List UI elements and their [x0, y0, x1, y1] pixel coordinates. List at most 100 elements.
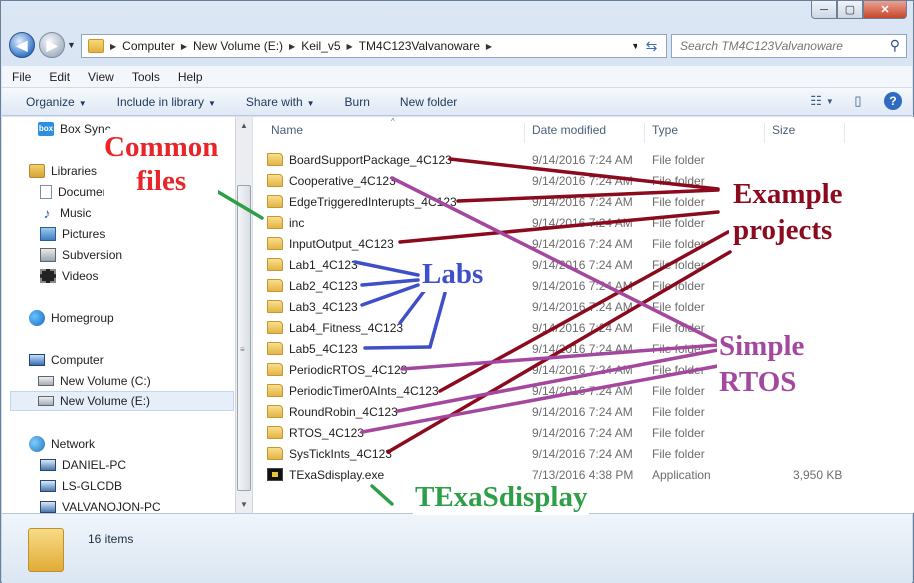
table-row[interactable]: RoundRobin_4C123 9/14/2016 7:24 AM File fo…: [267, 401, 887, 422]
type-cell: File folder: [652, 236, 705, 251]
table-row[interactable]: BoardSupportPackage_4C123 9/14/2016 7:24 …: [267, 149, 887, 170]
breadcrumb[interactable]: ▶ Computer ▶ New Volume (E:) ▶ Keil_v5 ▶…: [81, 34, 645, 58]
file-name-cell[interactable]: inc: [267, 216, 527, 230]
file-name-cell[interactable]: Lab4_Fitness_4C123: [267, 321, 527, 335]
file-name-cell[interactable]: RTOS_4C123: [267, 426, 527, 440]
table-row[interactable]: Lab2_4C123 9/14/2016 7:24 AM File folder: [267, 275, 887, 296]
refresh-button[interactable]: ⇆: [637, 34, 667, 58]
column-header-date[interactable]: Date modified: [525, 123, 645, 143]
file-name-cell[interactable]: Lab2_4C123: [267, 279, 527, 293]
search-box[interactable]: ⚲: [671, 34, 907, 58]
date-cell: 9/14/2016 7:24 AM: [532, 362, 633, 377]
scrollbar-thumb[interactable]: [237, 185, 251, 491]
table-row[interactable]: SysTickInts_4C123 9/14/2016 7:24 AM File f…: [267, 443, 887, 464]
crumb-keil[interactable]: Keil_v5: [301, 39, 340, 53]
nav-label: LS-GLCDB: [62, 479, 123, 493]
date-cell: 9/14/2016 7:24 AM: [532, 257, 633, 272]
file-name-cell[interactable]: PeriodicRTOS_4C123: [267, 363, 527, 377]
organize-button[interactable]: Organize ▼: [26, 95, 87, 109]
menu-help[interactable]: Help: [178, 70, 203, 84]
chevron-right-icon[interactable]: ▶: [486, 42, 492, 51]
grip-icon: ≡: [240, 345, 245, 354]
minimize-button[interactable]: ─: [811, 1, 837, 19]
file-name-cell[interactable]: PeriodicTimer0AInts_4C123: [267, 384, 527, 398]
column-header-size[interactable]: Size: [765, 123, 845, 143]
refresh-icon: ⇆: [645, 37, 658, 54]
nav-videos[interactable]: Videos: [40, 266, 98, 286]
crumb-volume[interactable]: New Volume (E:): [193, 39, 283, 53]
file-name-cell[interactable]: EdgeTriggeredInterupts_4C123: [267, 195, 527, 209]
file-name-cell[interactable]: SysTickInts_4C123: [267, 447, 527, 461]
nav-volume-e[interactable]: New Volume (E:): [10, 391, 234, 411]
folder-icon: [267, 342, 283, 355]
file-name: RTOS_4C123: [289, 425, 364, 440]
nav-homegroup[interactable]: Homegroup: [29, 308, 114, 328]
menu-tools[interactable]: Tools: [132, 70, 160, 84]
type-cell: File folder: [652, 383, 705, 398]
nav-pc-valvanojon[interactable]: VALVANOJON-PC: [40, 497, 161, 513]
nav-pc-ls[interactable]: LS-GLCDB: [40, 476, 122, 496]
chevron-right-icon[interactable]: ▶: [110, 42, 116, 51]
date-cell: 9/14/2016 7:24 AM: [532, 152, 633, 167]
table-row[interactable]: Lab1_4C123 9/14/2016 7:24 AM File folder: [267, 254, 887, 275]
help-icon[interactable]: ?: [884, 92, 902, 110]
nav-scrollbar[interactable]: ▲ ≡ ▼: [235, 117, 252, 513]
close-button[interactable]: ✕: [863, 1, 907, 19]
new-folder-button[interactable]: New folder: [400, 95, 457, 109]
file-name-cell[interactable]: InputOutput_4C123: [267, 237, 527, 251]
search-icon[interactable]: ⚲: [890, 37, 900, 54]
folder-icon: [267, 405, 283, 418]
menu-file[interactable]: File: [12, 70, 31, 84]
file-name: Lab4_Fitness_4C123: [289, 320, 404, 335]
burn-button[interactable]: Burn: [345, 95, 370, 109]
recent-pages-dropdown[interactable]: ▼: [67, 40, 76, 50]
folder-icon: [267, 216, 283, 229]
table-row[interactable]: Lab3_4C123 9/14/2016 7:24 AM File folder: [267, 296, 887, 317]
preview-pane-icon: ▯: [854, 93, 862, 108]
organize-label: Organize: [26, 94, 75, 109]
nav-pc-daniel[interactable]: DANIEL-PC: [40, 455, 126, 475]
crumb-computer[interactable]: Computer: [122, 39, 175, 53]
file-name-cell[interactable]: Lab1_4C123: [267, 258, 527, 272]
menu-edit[interactable]: Edit: [49, 70, 70, 84]
nav-libraries[interactable]: Libraries: [29, 161, 97, 181]
chevron-right-icon[interactable]: ▶: [289, 42, 295, 51]
table-row[interactable]: RTOS_4C123 9/14/2016 7:24 AM File folder: [267, 422, 887, 443]
file-name-cell[interactable]: RoundRobin_4C123: [267, 405, 527, 419]
nav-box-sync[interactable]: box Box Sync: [38, 119, 111, 139]
crumb-current[interactable]: TM4C123Valvanoware: [359, 39, 480, 53]
folder-icon: [267, 279, 283, 292]
nav-subversion[interactable]: Subversion: [40, 245, 122, 265]
folder-icon: [28, 528, 64, 572]
computer-icon: [40, 480, 56, 492]
file-name: PeriodicTimer0AInts_4C123: [289, 383, 439, 398]
back-arrow-icon: ◀: [16, 36, 28, 53]
sort-caret-icon: ^: [391, 117, 395, 126]
annotation-line: files: [136, 165, 187, 197]
nav-label: Subversion: [62, 248, 123, 262]
menu-view[interactable]: View: [88, 70, 114, 84]
scroll-up-icon[interactable]: ▲: [240, 121, 248, 130]
nav-volume-c[interactable]: New Volume (C:): [38, 371, 151, 391]
nav-pictures[interactable]: Pictures: [40, 224, 105, 244]
chevron-right-icon[interactable]: ▶: [347, 42, 353, 51]
file-name-cell[interactable]: Lab5_4C123: [267, 342, 527, 356]
change-view-button[interactable]: ☷ ▼: [810, 92, 834, 110]
file-name-cell[interactable]: Lab3_4C123: [267, 300, 527, 314]
preview-pane-button[interactable]: ▯: [848, 92, 868, 110]
chevron-right-icon[interactable]: ▶: [181, 42, 187, 51]
file-name-cell[interactable]: Cooperative_4C123: [267, 174, 527, 188]
forward-button[interactable]: ▶: [39, 32, 65, 58]
share-with-button[interactable]: Share with ▼: [246, 95, 315, 109]
column-header-name[interactable]: ^ Name: [253, 117, 525, 143]
scroll-down-icon[interactable]: ▼: [240, 500, 248, 509]
include-in-library-button[interactable]: Include in library ▼: [117, 95, 216, 109]
column-header-type[interactable]: Type: [645, 123, 765, 143]
file-name-cell[interactable]: BoardSupportPackage_4C123: [267, 153, 527, 167]
maximize-button[interactable]: ▢: [837, 1, 863, 19]
search-input[interactable]: [680, 39, 880, 53]
nav-network[interactable]: Network: [29, 434, 95, 454]
nav-computer[interactable]: Computer: [29, 350, 104, 370]
back-button[interactable]: ◀: [9, 32, 35, 58]
nav-music[interactable]: ♪ Music: [40, 203, 92, 223]
